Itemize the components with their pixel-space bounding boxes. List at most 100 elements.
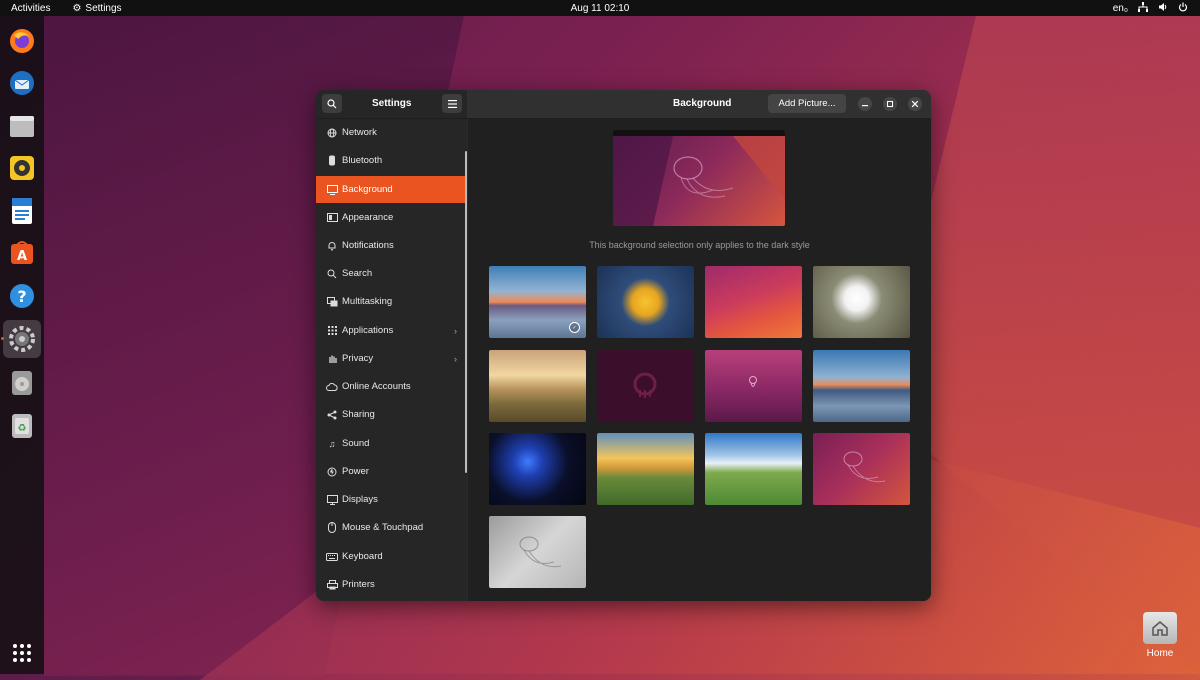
music-icon: ♫ — [328, 438, 336, 449]
maximize-button[interactable] — [883, 97, 897, 111]
sidebar-item-label: Printers — [342, 579, 375, 590]
desktop-home[interactable]: Home — [1140, 612, 1180, 659]
sidebar-item-label: Sharing — [342, 409, 375, 420]
running-indicator — [1, 337, 4, 340]
volume-icon — [1158, 2, 1168, 15]
show-apps-icon[interactable] — [7, 638, 37, 668]
rhythmbox-icon[interactable] — [7, 153, 37, 183]
wallpaper-white-blossoms[interactable] — [813, 266, 910, 338]
help-icon[interactable]: ? — [7, 281, 37, 311]
grid-icon — [325, 326, 339, 335]
menu-button[interactable] — [442, 94, 462, 113]
settings-window: Settings Background Add Picture... Netwo… — [316, 90, 931, 601]
search-icon — [325, 269, 339, 279]
globe-icon — [325, 128, 339, 138]
sidebar-item-background[interactable]: Background — [316, 176, 466, 203]
header-bar: Settings Background Add Picture... — [316, 90, 931, 119]
wallpaper-dark-jellyfish-logo[interactable] — [597, 350, 694, 422]
sidebar-item-label: Mouse & Touchpad — [342, 522, 424, 533]
home-folder-icon — [1143, 612, 1177, 644]
sidebar-item-keyboard[interactable]: Keyboard — [316, 543, 466, 570]
svg-text:♻: ♻ — [18, 423, 27, 434]
app-center-icon[interactable]: A — [7, 238, 37, 268]
hamburger-icon — [447, 99, 457, 108]
close-button[interactable] — [908, 97, 922, 111]
minimize-icon — [862, 105, 868, 107]
wallpaper-orange-purple-gradient[interactable] — [705, 266, 802, 338]
activities-button[interactable]: Activities — [11, 3, 50, 14]
hand-icon — [325, 354, 339, 364]
clock[interactable]: Aug 11 02:10 — [0, 3, 1200, 14]
trash-icon[interactable]: ♻ — [7, 411, 37, 441]
disc-icon[interactable] — [7, 368, 37, 398]
sidebar-item-label: Multitasking — [342, 296, 393, 307]
sidebar-item-power[interactable]: Power — [316, 458, 466, 485]
wallpaper-blue-jellyfish-dark[interactable] — [489, 433, 586, 505]
network-icon — [1138, 1, 1148, 15]
wallpaper-lake-sunset[interactable]: ✓ — [489, 266, 586, 338]
sidebar-item-network[interactable]: Network — [316, 119, 466, 146]
wallpaper-green-fields-clouds[interactable] — [705, 433, 802, 505]
wallpaper-golden-field-sunset[interactable] — [489, 350, 586, 422]
app-menu-label: Settings — [85, 2, 122, 14]
thunderbird-icon[interactable] — [7, 68, 37, 98]
printer-icon — [325, 579, 339, 590]
wallpaper-calm-lake-dusk[interactable] — [813, 350, 910, 422]
firefox-icon[interactable] — [7, 26, 37, 56]
dark-style-caption: This background selection only applies t… — [589, 240, 810, 250]
settings-icon[interactable] — [3, 320, 41, 358]
sidebar-item-label: Bluetooth — [342, 155, 383, 166]
gear-icon: ⚙ — [72, 2, 82, 14]
sidebar-item-search[interactable]: Search — [316, 260, 466, 287]
sidebar-item-bluetooth[interactable]: Bluetooth — [316, 147, 466, 174]
search-button[interactable] — [322, 94, 342, 113]
background-panel: This background selection only applies t… — [468, 119, 931, 601]
jellyfish-illustration — [613, 136, 785, 226]
minimize-button[interactable] — [858, 97, 872, 111]
keyboard-icon — [325, 552, 339, 561]
add-picture-button[interactable]: Add Picture... — [768, 94, 846, 113]
background-preview — [613, 130, 785, 226]
sidebar-item-mouse-touchpad[interactable]: Mouse & Touchpad — [316, 514, 466, 541]
power-icon — [325, 467, 339, 477]
page-title: Background — [673, 98, 732, 109]
sidebar-item-applications[interactable]: Applications › — [316, 317, 466, 344]
sidebar-item-label: Online Accounts — [342, 381, 411, 392]
sidebar-item-label: Displays — [342, 494, 378, 505]
bluetooth-icon — [325, 155, 339, 166]
svg-text:A: A — [17, 249, 27, 264]
chevron-right-icon: › — [454, 353, 457, 364]
sidebar-item-appearance[interactable]: Appearance — [316, 204, 466, 231]
sidebar-item-multitasking[interactable]: Multitasking — [316, 288, 466, 315]
sidebar-item-sharing[interactable]: Sharing — [316, 401, 466, 428]
display-icon — [325, 494, 339, 505]
sidebar-item-label: Network — [342, 127, 377, 138]
sidebar-item-notifications[interactable]: Notifications — [316, 232, 466, 259]
sidebar-item-label: Notifications — [342, 240, 394, 251]
sidebar-item-label: Sound — [342, 438, 370, 449]
app-menu[interactable]: ⚙ Settings — [72, 3, 121, 14]
sidebar-item-printers[interactable]: Printers — [316, 571, 466, 598]
sidebar-item-label: Power — [342, 466, 369, 477]
wallpaper-green-hills-sunrise[interactable] — [597, 433, 694, 505]
sidebar-scrollbar[interactable] — [465, 151, 467, 473]
sidebar-item-sound[interactable]: ♫ Sound — [316, 430, 466, 457]
wallpaper-jellyfish-purple-orange[interactable] — [813, 433, 910, 505]
wallpaper-purple-jellyfish[interactable] — [705, 350, 802, 422]
maximize-icon — [887, 101, 893, 107]
sidebar-item-displays[interactable]: Displays — [316, 486, 466, 513]
wallpaper-sunflower[interactable] — [597, 266, 694, 338]
files-icon[interactable] — [7, 111, 37, 141]
mouse-icon — [325, 522, 339, 533]
share-icon — [325, 410, 339, 420]
sidebar-item-online-accounts[interactable]: Online Accounts — [316, 373, 466, 400]
sidebar-item-label: Keyboard — [342, 551, 383, 562]
close-icon — [912, 101, 918, 107]
input-source[interactable]: en₀ — [1113, 3, 1128, 14]
sidebar-item-privacy[interactable]: Privacy › — [316, 345, 466, 372]
dock: A ? ♻ — [0, 16, 44, 674]
system-tray[interactable]: en₀ — [1113, 1, 1188, 15]
writer-icon[interactable] — [7, 196, 37, 226]
sidebar-item-label: Privacy — [342, 353, 374, 364]
wallpaper-grey-jellyfish[interactable] — [489, 516, 586, 588]
